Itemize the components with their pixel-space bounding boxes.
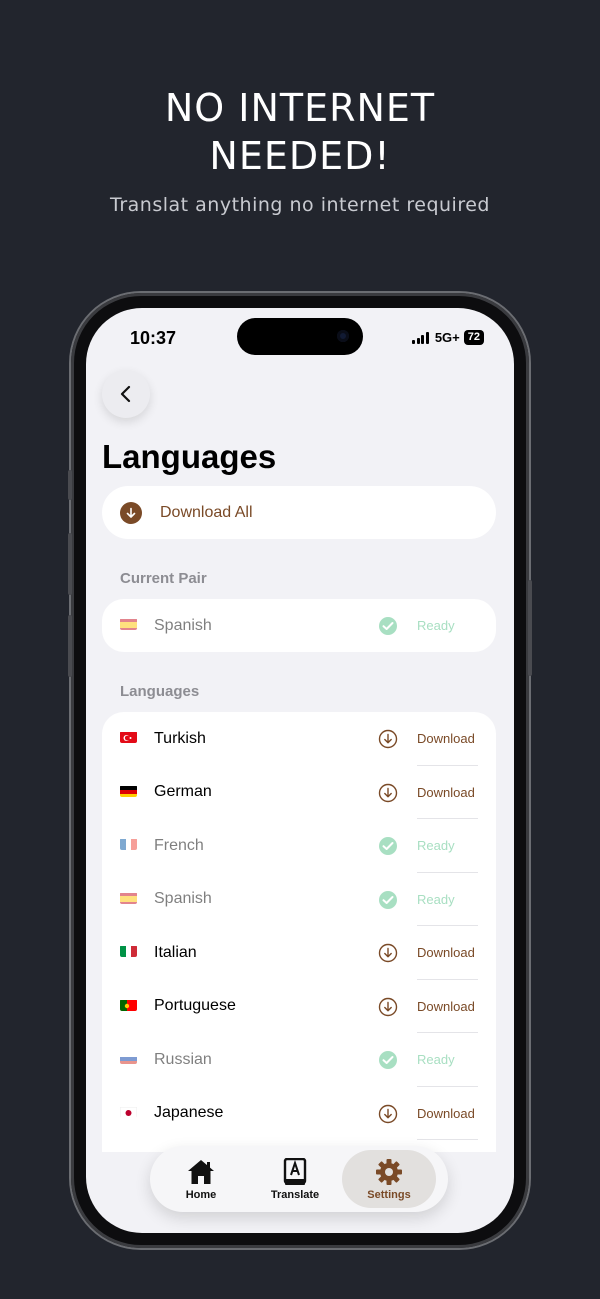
pt-flag-icon [120,999,137,1011]
current-pair-header: Current Pair [120,570,207,587]
phone-side-button [68,533,72,595]
status-label: Ready [417,618,455,634]
download-all-label: Download All [160,503,253,521]
camera-icon [337,330,349,342]
download-icon[interactable] [378,783,398,803]
tr-flag-icon [120,731,137,743]
language-row-spanish[interactable]: Spanish Ready [102,873,496,926]
language-name: German [154,783,212,801]
download-icon[interactable] [378,943,398,963]
download-icon[interactable] [378,1104,398,1124]
row-divider [417,1139,478,1140]
current-pair-card: Spanish Ready [102,599,496,652]
language-row-german[interactable]: German Download [102,766,496,819]
fr-flag-icon [120,838,137,850]
language-name: Spanish [154,616,212,634]
tab-home[interactable]: Home [154,1150,248,1208]
home-icon [188,1159,214,1184]
download-button[interactable]: Download [417,945,475,960]
battery-icon: 72 [463,330,484,345]
chevron-left-icon [120,385,131,403]
check-circle-icon [379,1051,397,1069]
dynamic-island [237,318,363,355]
language-row-french[interactable]: French Ready [102,819,496,873]
download-button[interactable]: Download [417,785,475,800]
language-name: Spanish [154,890,212,908]
status-time: 10:37 [130,328,177,348]
ru-flag-icon [120,1052,137,1064]
back-button[interactable] [102,370,150,418]
tab-label: Translate [270,1188,320,1201]
phone-side-button [68,615,72,677]
page-title: Languages [102,438,277,475]
tab-settings[interactable]: Settings [342,1150,436,1208]
download-icon[interactable] [378,729,398,749]
es-flag-icon [120,892,137,904]
check-circle-icon [379,890,397,909]
promo-title: NO INTERNET NEEDED! [0,84,600,180]
network-label: 5G+ [434,330,460,345]
tab-translate[interactable]: Translate [248,1150,342,1208]
es-flag-icon [120,618,137,630]
language-row-turkish[interactable]: Turkish Download [102,712,496,766]
promo-title-line2: NEEDED! [209,134,391,178]
download-icon [120,501,142,524]
languages-header: Languages [120,683,200,700]
status-label: Ready [417,838,455,854]
languages-list: Turkish Download German Download French … [102,712,496,1152]
it-flag-icon [120,945,137,957]
language-name: Turkish [154,729,206,747]
download-icon[interactable] [378,997,398,1017]
status-label: Ready [417,1052,455,1068]
current-pair-row[interactable]: Spanish Ready [102,599,496,653]
language-name: French [154,836,204,854]
language-row-italian[interactable]: Italian Download [102,926,496,980]
tab-label: Home [185,1188,217,1201]
check-circle-icon [379,617,397,635]
phone-screen: 10:37 5G+ 72 Languages Download All Curr… [86,308,514,1233]
tab-label: Settings [367,1188,411,1201]
tab-bar: Home Translate Settings [150,1146,448,1212]
language-name: Portuguese [154,997,236,1015]
status-indicators: 5G+ 72 [412,330,484,345]
gear-icon [376,1158,402,1185]
battery-level: 72 [467,331,480,343]
jp-flag-icon [120,1106,137,1118]
language-name: Japanese [154,1104,224,1122]
status-label: Ready [417,891,455,907]
promo-subtitle: Translat anything no internet required [110,194,490,216]
download-button[interactable]: Download [417,731,475,746]
language-row-russian[interactable]: Russian Ready [102,1033,496,1087]
phone-side-button [528,580,532,676]
signal-icon [412,331,429,344]
language-row-japanese[interactable]: Japanese Download [102,1087,496,1140]
download-button[interactable]: Download [417,1106,475,1121]
language-row-portuguese[interactable]: Portuguese Download [102,980,496,1033]
phone-side-button [68,470,72,500]
language-name: Russian [154,1050,212,1068]
de-flag-icon [120,785,137,797]
download-button[interactable]: Download [417,999,475,1014]
promo-title-line1: NO INTERNET [164,86,436,130]
language-name: Italian [154,943,197,961]
check-circle-icon [379,837,397,855]
dictionary-icon [283,1157,307,1185]
download-all-button[interactable]: Download All [102,486,496,539]
